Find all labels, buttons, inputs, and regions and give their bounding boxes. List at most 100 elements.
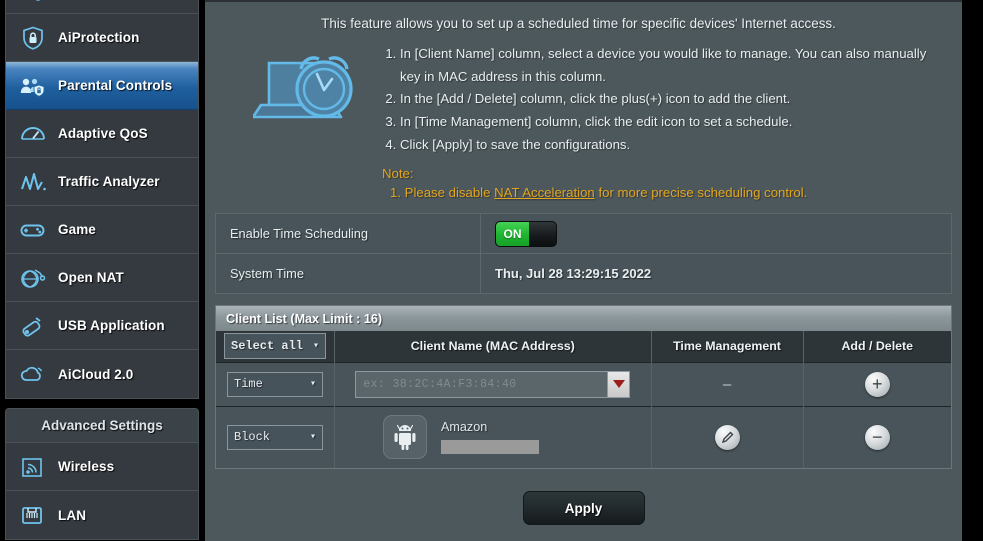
- android-robot-icon: [383, 415, 427, 460]
- ethernet-port-icon: [18, 500, 48, 530]
- client-list-title: Client List (Max Limit : 16): [226, 311, 383, 326]
- add-delete-header: Add / Delete: [803, 331, 951, 363]
- sidebar: AiProtection Parental Controls Adaptive …: [0, 0, 205, 541]
- table-row: Time ▾ ex: 38:2C:4A:F3:84:40 – +: [216, 361, 951, 407]
- wifi-signal-icon: [18, 452, 48, 482]
- sidebar-item-lan[interactable]: LAN: [6, 491, 198, 539]
- time-management-header: Time Management: [651, 331, 804, 363]
- mac-input-cell: ex: 38:2C:4A:F3:84:40: [334, 361, 652, 407]
- sidebar-item-parental-controls[interactable]: Parental Controls: [6, 62, 198, 110]
- client-list-section: Client List (Max Limit : 16) Select all …: [215, 305, 952, 470]
- advanced-settings-header: Advanced Settings: [6, 409, 198, 443]
- chevron-down-icon: ▾: [312, 341, 319, 353]
- sidebar-item-traffic-analyzer[interactable]: Traffic Analyzer: [6, 158, 198, 206]
- sidebar-primary-nav: AiProtection Parental Controls Adaptive …: [5, 0, 199, 399]
- mac-dropdown-button[interactable]: [607, 371, 630, 397]
- apply-section: Apply: [215, 469, 952, 526]
- sidebar-item-label: AiCloud 2.0: [58, 366, 134, 382]
- usb-drive-icon: [18, 311, 48, 341]
- pencil-glyph: [721, 431, 733, 443]
- select-all-dropdown[interactable]: Select all ▾: [224, 333, 326, 360]
- select-all-label: Select all: [231, 339, 304, 354]
- minus-circle-icon[interactable]: −: [864, 424, 890, 450]
- sidebar-item-open-nat[interactable]: Open NAT: [6, 254, 198, 302]
- chevron-down-icon: ▾: [309, 432, 316, 444]
- chevron-down-icon: ▾: [309, 379, 316, 391]
- advanced-settings-title: Advanced Settings: [41, 418, 163, 433]
- sidebar-item-label: Parental Controls: [58, 78, 173, 93]
- sidebar-item-label: AiProtection: [58, 30, 140, 45]
- gauge-icon: [18, 119, 48, 149]
- shield-lock-icon: [18, 23, 48, 53]
- router-admin-screen: AiProtection Parental Controls Adaptive …: [0, 0, 983, 541]
- right-gutter: [962, 0, 983, 541]
- mode-cell: Block ▾: [216, 405, 335, 469]
- instruction-steps: In [Client Name] column, select a device…: [378, 43, 934, 203]
- sidebar-item-aiprotection[interactable]: AiProtection: [6, 14, 198, 62]
- mode-cell: Time ▾: [216, 361, 335, 407]
- sidebar-item-label: USB Application: [58, 318, 165, 333]
- table-header-row: Select all ▾ Client Name (MAC Address) T…: [216, 331, 951, 363]
- client-name-header: Client Name (MAC Address): [334, 331, 652, 363]
- mode-dropdown[interactable]: Block ▾: [227, 424, 323, 450]
- sidebar-item-label: Game: [58, 222, 96, 237]
- enable-time-scheduling-row: Enable Time Scheduling ON: [215, 213, 952, 255]
- sidebar-item-label: Traffic Analyzer: [58, 174, 160, 189]
- intro-lead-text: This feature allows you to set up a sche…: [321, 16, 836, 31]
- enable-time-scheduling-label: Enable Time Scheduling: [215, 213, 481, 255]
- family-lock-icon: [18, 71, 48, 101]
- intro-section: This feature allows you to set up a sche…: [215, 2, 952, 203]
- system-time-row: System Time Thu, Jul 28 13:29:15 2022: [215, 253, 952, 295]
- table-row: Block ▾ Amazon −: [216, 405, 951, 469]
- sidebar-item-usb-application[interactable]: USB Application: [6, 302, 198, 350]
- sidebar-item-adaptive-qos[interactable]: Adaptive QoS: [6, 110, 198, 158]
- note-block: Note: 1. Please disable NAT Acceleration…: [382, 157, 934, 204]
- client-mac-redacted: [441, 440, 539, 455]
- select-all-header: Select all ▾: [216, 331, 335, 363]
- mode-dropdown[interactable]: Time ▾: [227, 371, 323, 397]
- client-list-header: Client List (Max Limit : 16): [216, 306, 951, 332]
- settings-table: Enable Time Scheduling ON System Time Th…: [215, 213, 952, 295]
- mac-address-input[interactable]: ex: 38:2C:4A:F3:84:40: [355, 370, 631, 398]
- gamepad-icon: [18, 215, 48, 245]
- client-info-cell: Amazon: [334, 405, 652, 469]
- sidebar-advanced-nav: Advanced Settings Wireless LAN: [5, 408, 199, 540]
- chart-wave-icon: [18, 167, 48, 197]
- globe-gamepad-icon: [18, 263, 48, 293]
- add-delete-cell: −: [803, 405, 951, 469]
- add-delete-cell: +: [803, 361, 951, 407]
- step-item: Click [Apply] to save the configurations…: [400, 134, 934, 157]
- note-number: 1.: [390, 185, 401, 201]
- sidebar-item-aicloud[interactable]: AiCloud 2.0: [6, 350, 198, 398]
- sidebar-item-label: Adaptive QoS: [58, 126, 148, 141]
- sidebar-item-network-map[interactable]: [6, 0, 198, 14]
- plus-circle-icon[interactable]: +: [864, 371, 890, 397]
- sidebar-item-label: Wireless: [58, 459, 115, 474]
- nat-acceleration-link[interactable]: NAT Acceleration: [494, 185, 595, 200]
- sidebar-item-game[interactable]: Game: [6, 206, 198, 254]
- main-panel: This feature allows you to set up a sche…: [205, 0, 962, 541]
- step-item: In the [Add / Delete] column, click the …: [400, 88, 934, 111]
- laptop-alarm-clock-icon: [223, 43, 378, 138]
- toggle-knob: [529, 221, 556, 246]
- step-item: In [Client Name] column, select a device…: [400, 43, 934, 88]
- client-list-table: Select all ▾ Client Name (MAC Address) T…: [216, 331, 951, 469]
- apply-button[interactable]: Apply: [522, 491, 645, 526]
- triangle-down-icon: [612, 380, 625, 389]
- cloud-icon: [18, 359, 48, 389]
- sidebar-item-label: Open NAT: [58, 270, 124, 285]
- enable-time-scheduling-toggle[interactable]: ON: [495, 220, 557, 247]
- system-time-value: Thu, Jul 28 13:29:15 2022: [480, 253, 952, 295]
- network-map-icon: [18, 0, 48, 13]
- mode-label: Time: [234, 377, 263, 392]
- time-management-cell: [651, 405, 804, 469]
- note-text-before: Please disable: [401, 185, 495, 201]
- sidebar-item-label: LAN: [58, 507, 87, 523]
- note-text-after: for more precise scheduling control.: [594, 185, 808, 201]
- client-name: Amazon: [441, 420, 488, 435]
- sidebar-item-wireless[interactable]: Wireless: [6, 443, 198, 491]
- system-time-label: System Time: [215, 253, 481, 295]
- step-item: In [Time Management] column, click the e…: [400, 111, 934, 134]
- pencil-circle-icon[interactable]: [714, 424, 740, 450]
- mode-label: Block: [234, 430, 271, 445]
